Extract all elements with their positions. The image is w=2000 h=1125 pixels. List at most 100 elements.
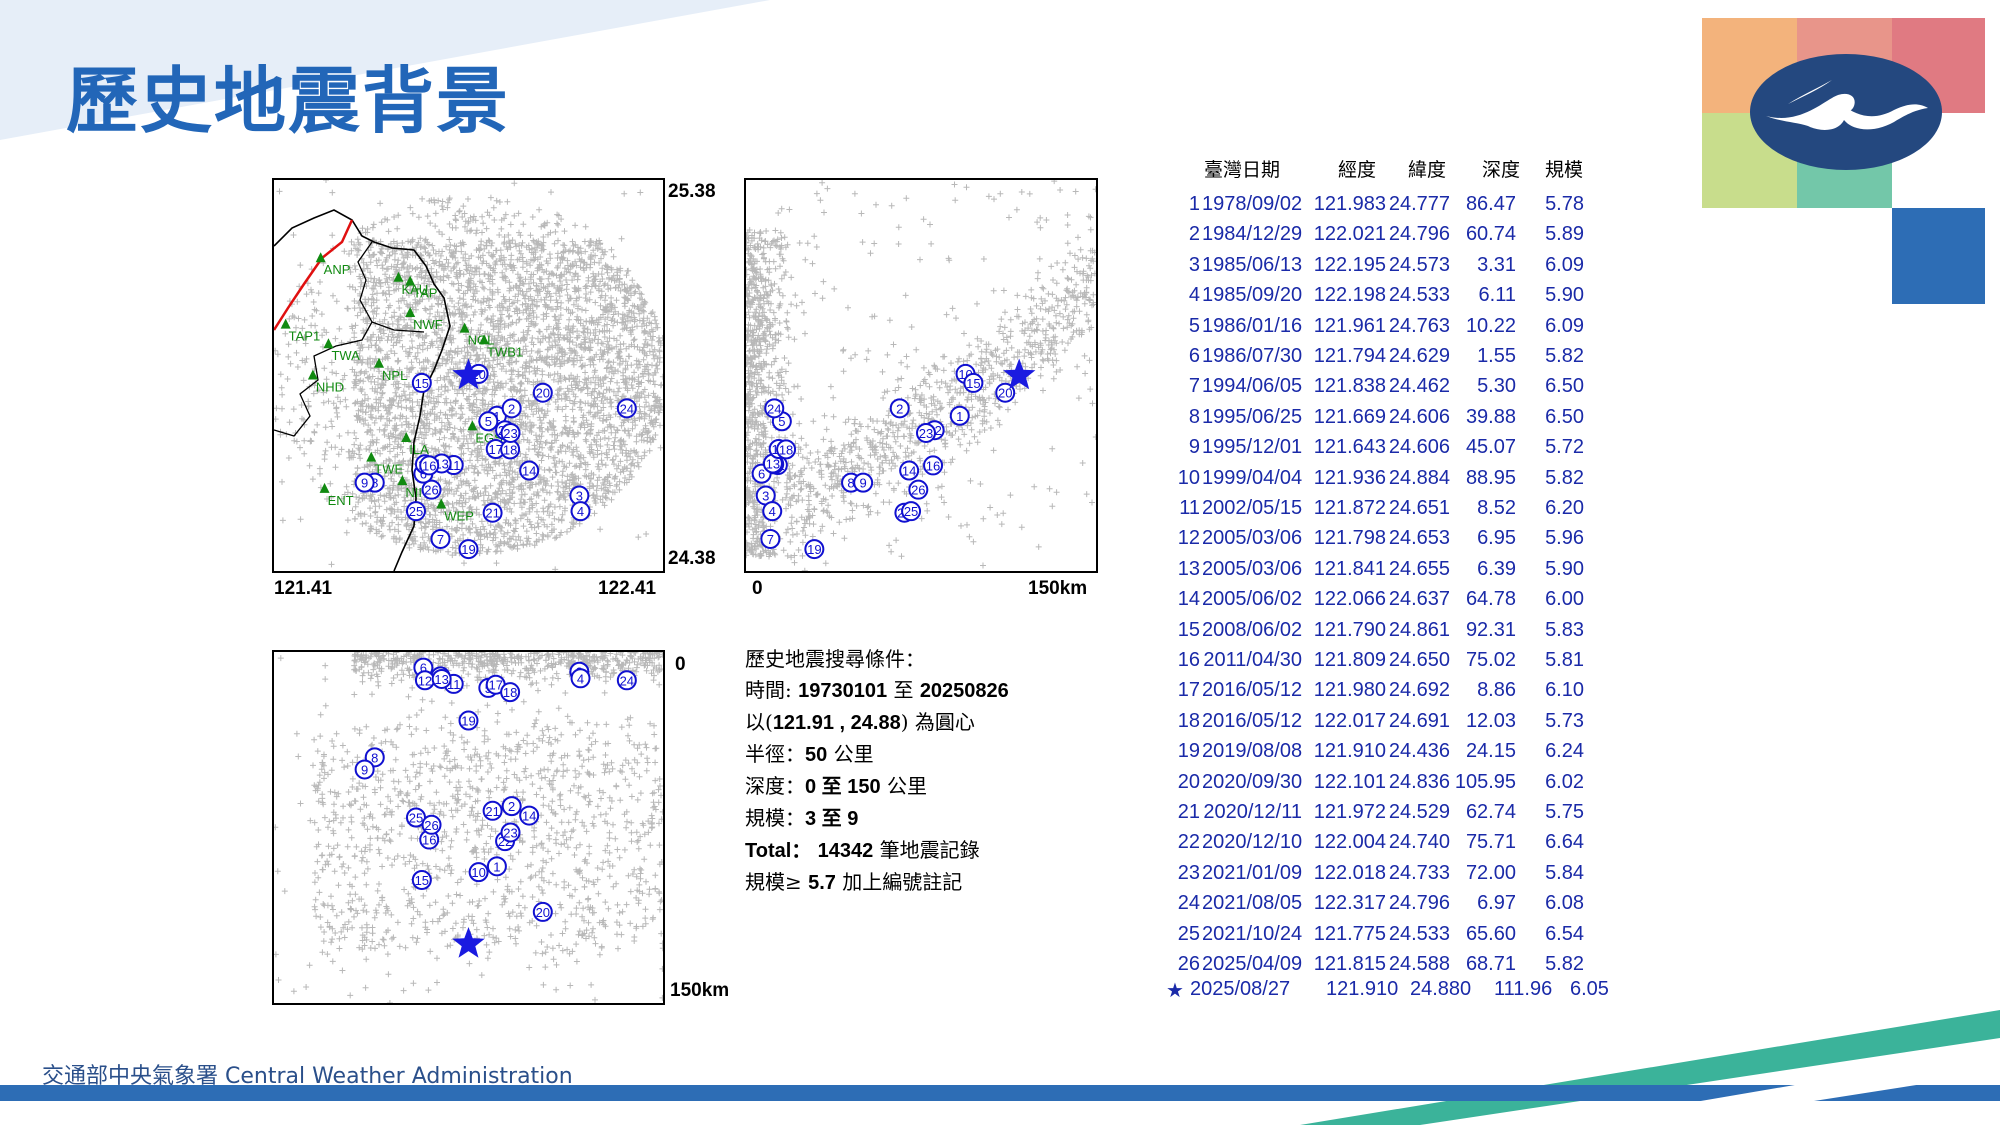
table-cell-lon: 121.936 xyxy=(1313,466,1386,489)
table-cell-depth: 5.30 xyxy=(1477,375,1516,398)
table-cell-mag: 6.00 xyxy=(1545,588,1584,611)
table-cell-lat: 24.653 xyxy=(1388,527,1450,550)
table-cell-id: 25 xyxy=(1177,922,1200,945)
table-cell-depth: 8.86 xyxy=(1477,679,1516,702)
epicenter-map: ANP KAU TAP NWF NGL TWB1 TAP1 TWA NPL NHD EGS ILA TW… xyxy=(272,178,665,573)
table-cell-id: 11 xyxy=(1179,497,1200,519)
cwa-logo xyxy=(1702,18,1985,304)
table-cell-lon: 121.961 xyxy=(1313,314,1386,337)
earthquake-marker-label: 26 xyxy=(911,483,925,498)
earthquake-marker-label: 18 xyxy=(779,442,793,457)
earthquake-marker: 18 xyxy=(776,439,797,460)
table-cell-date: 1985/09/20 xyxy=(1202,284,1303,307)
table-cell-mag: 6.20 xyxy=(1545,497,1584,519)
table-cell-id: 7 xyxy=(1188,375,1200,398)
earthquake-marker-label: 15 xyxy=(966,376,980,391)
table-cell-lat: 24.796 xyxy=(1388,892,1450,915)
table-cell-id: 19 xyxy=(1177,740,1200,763)
table-cell-lat: 24.436 xyxy=(1388,740,1450,763)
earthquake-marker-label: 15 xyxy=(415,376,429,391)
table-cell-id: 18 xyxy=(1177,709,1200,732)
table-cell-id: 1 xyxy=(1188,193,1200,215)
earthquake-marker: 7 xyxy=(760,528,781,549)
earthquake-marker: 26 xyxy=(421,814,442,835)
slide-title: 歷史地震背景 xyxy=(66,59,511,143)
earthquake-marker: 9 xyxy=(354,472,375,493)
table-cell-mag: 5.81 xyxy=(1545,649,1584,671)
earthquake-marker: 23 xyxy=(500,822,521,843)
table-cell-date: 1999/04/04 xyxy=(1202,466,1303,489)
table-cell-id: 2 xyxy=(1188,223,1200,246)
query-radius: 半徑：50 公里 xyxy=(745,742,874,766)
current-lon: 121.910 xyxy=(1326,978,1399,1000)
table-cell-date: 2002/05/15 xyxy=(1202,497,1303,519)
table-cell-lat: 24.884 xyxy=(1388,466,1450,489)
table-cell-depth: 24.15 xyxy=(1465,740,1516,763)
table-cell-lon: 122.317 xyxy=(1313,892,1386,915)
earthquake-marker-label: 2 xyxy=(508,799,515,814)
table-cell-depth: 68.71 xyxy=(1465,953,1516,975)
footer-org-name: 交通部中央氣象署 Central Weather Administration xyxy=(42,1064,573,1089)
table-cell-id: 23 xyxy=(1177,861,1200,884)
query-total: Total： 14342 筆地震記錄 xyxy=(745,838,980,862)
station-label: NPL xyxy=(382,368,407,383)
table-cell-mag: 6.02 xyxy=(1545,770,1584,793)
earthquake-marker: 18 xyxy=(500,439,521,460)
query-note: 規模≥ 5.7 加上編號註記 xyxy=(745,870,963,894)
query-magnitude: 規模：3 至 9 xyxy=(745,806,859,830)
earthquake-marker: 10 xyxy=(468,862,489,883)
table-cell-depth: 65.60 xyxy=(1465,922,1516,945)
table-cell-lon: 122.004 xyxy=(1313,831,1386,854)
earthquake-marker-label: 10 xyxy=(471,865,485,880)
earthquake-marker-label: 2 xyxy=(896,401,903,416)
table-cell-mag: 6.08 xyxy=(1545,892,1584,915)
table-cell-depth: 6.95 xyxy=(1477,527,1516,550)
table-cell-lon: 122.017 xyxy=(1313,709,1386,732)
earthquake-marker: 20 xyxy=(532,382,553,403)
table-cell-depth: 1.55 xyxy=(1477,345,1516,367)
map-lon-right-label: 122.41 xyxy=(598,578,657,599)
earthquake-marker: 20 xyxy=(532,901,553,922)
table-cell-depth: 88.95 xyxy=(1465,466,1516,489)
table-cell-id: 4 xyxy=(1188,284,1200,307)
table-cell-date: 1995/06/25 xyxy=(1202,405,1303,428)
earthquake-marker-label: 9 xyxy=(860,476,867,491)
table-cell-mag: 5.82 xyxy=(1545,345,1584,367)
table-cell-date: 2020/12/11 xyxy=(1203,801,1302,823)
earthquake-marker-label: 25 xyxy=(409,811,423,826)
table-cell-id: 15 xyxy=(1177,618,1200,641)
earthquake-marker: 16 xyxy=(419,455,440,476)
table-cell-mag: 6.50 xyxy=(1545,405,1584,428)
table-cell-depth: 8.52 xyxy=(1477,497,1516,519)
query-depth: 深度：0 至 150 公里 xyxy=(745,774,927,798)
earthquake-marker: 14 xyxy=(519,460,540,481)
table-cell-date: 2020/12/10 xyxy=(1202,831,1303,854)
table-cell-depth: 45.07 xyxy=(1465,436,1516,459)
earthquake-marker-label: 6 xyxy=(758,467,765,482)
earthquake-marker: 25 xyxy=(405,501,426,522)
query-conditions: 歷史地震搜尋條件： 時間: 19730101 至 20250826 以(121.… xyxy=(745,644,1009,899)
section-bottom-label: 150km xyxy=(670,980,730,1001)
table-cell-lat: 24.533 xyxy=(1388,284,1450,307)
table-cell-date: 2005/03/06 xyxy=(1202,527,1303,550)
earthquake-marker-label: 23 xyxy=(503,426,517,441)
table-cell-lat: 24.836 xyxy=(1388,770,1450,793)
table-cell-date: 1984/12/29 xyxy=(1202,223,1303,246)
table-cell-lat: 24.533 xyxy=(1388,922,1450,945)
table-cell-date: 2025/04/09 xyxy=(1202,953,1303,975)
earthquake-marker: 23 xyxy=(500,422,521,443)
table-cell-date: 2019/08/08 xyxy=(1202,740,1303,763)
current-lat: 24.880 xyxy=(1410,978,1472,1000)
table-cell-mag: 6.50 xyxy=(1545,375,1584,398)
table-header-lat: 緯度 xyxy=(1408,159,1447,181)
map-lon-left-label: 121.41 xyxy=(274,578,333,599)
earthquake-marker-label: 25 xyxy=(409,504,423,519)
table-cell-mag: 6.64 xyxy=(1545,831,1584,854)
table-cell-mag: 5.90 xyxy=(1545,284,1584,307)
table-cell-lon: 121.841 xyxy=(1313,557,1386,580)
table-cell-lat: 24.777 xyxy=(1388,193,1450,215)
table-cell-id: 16 xyxy=(1177,649,1200,671)
table-cell-lon: 121.790 xyxy=(1313,618,1386,641)
earthquake-marker: 18 xyxy=(500,682,521,703)
table-cell-depth: 64.78 xyxy=(1465,588,1516,611)
